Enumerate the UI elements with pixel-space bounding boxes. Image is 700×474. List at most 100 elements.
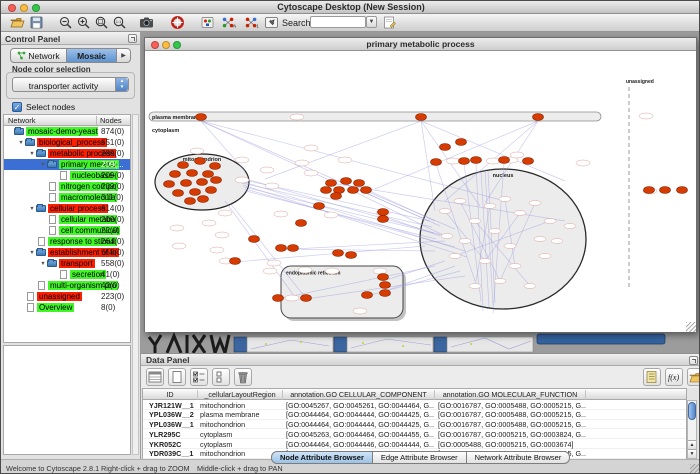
tree-row-count: 874(0) <box>101 127 124 136</box>
tree-row[interactable]: ▼primary metabo209(... <box>4 159 130 170</box>
file-icon <box>49 182 56 191</box>
zoom-out-icon[interactable] <box>57 15 74 30</box>
scroll-up-icon[interactable]: ▲ <box>688 440 696 449</box>
table-row[interactable]: YKR052Ccytoplasm[GO:0044464, GO:0044446,… <box>143 439 686 449</box>
snapshot-icon[interactable] <box>138 15 155 30</box>
tab-mosaic[interactable]: Mosaic <box>67 48 117 63</box>
unselect-attributes-icon[interactable] <box>212 368 230 386</box>
tab-node-attribute-browser[interactable]: Node Attribute Browser <box>271 451 373 464</box>
table-row[interactable]: YLR295Ccytoplasm[GO:0045263, GO:0044464,… <box>143 429 686 439</box>
table-cell: mitochondrion <box>200 401 282 410</box>
table-row[interactable]: YJR121W__1mitochondrion[GO:0045267, GO:0… <box>143 400 686 410</box>
tab-overflow-icon[interactable]: ▶ <box>117 48 131 63</box>
network-view-titlebar[interactable]: primary metabolic process <box>145 38 696 51</box>
column-id[interactable]: ID <box>143 390 198 400</box>
status-zoom-hint: Right-click + drag to ZOOM <box>101 464 190 473</box>
tree-row[interactable]: secretion41(0) <box>4 269 130 280</box>
tree-row[interactable]: ▼establishment of lo558(0) <box>4 247 130 258</box>
function-builder-icon[interactable]: f(x) <box>665 368 683 386</box>
table-scrollbar[interactable]: ▲ ▼ <box>687 400 697 459</box>
tree-row[interactable]: unassigned223(0) <box>4 291 130 302</box>
tab-edge-attribute-browser[interactable]: Edge Attribute Browser <box>373 451 467 464</box>
data-panel-header: Data Panel <box>141 354 700 366</box>
zoom-selected-region-icon[interactable] <box>93 15 110 30</box>
expander-icon[interactable]: ▼ <box>17 140 25 146</box>
expander-icon[interactable]: ▼ <box>28 206 36 212</box>
tree-row-label: transport <box>59 259 95 268</box>
tree-row[interactable]: nucleobase-209(0) <box>4 170 130 181</box>
tree-row-label: unassigned <box>37 292 82 301</box>
control-panel-scrollbar[interactable] <box>132 114 139 455</box>
column-go-cellular-component[interactable]: annotation.GO CELLULAR_COMPONENT <box>283 390 435 400</box>
annotation-icon[interactable] <box>263 15 280 30</box>
control-panel-title: Control Panel <box>5 34 60 44</box>
window-resize-grip[interactable] <box>690 464 700 474</box>
tree-row-count: 558(0) <box>101 248 124 257</box>
select-attributes-icon[interactable] <box>190 368 208 386</box>
window-title: Cytoscape Desktop (New Session) <box>1 2 700 12</box>
file-icon <box>49 193 56 202</box>
combo-stepper-icon[interactable]: ▲▼ <box>115 78 128 91</box>
table-scrollbar-thumb[interactable] <box>688 402 696 420</box>
table-row[interactable]: YPL036W__2plasma membrane[GO:0044464, GO… <box>143 410 686 420</box>
tree-row[interactable]: ▼metabolic process280(0) <box>4 148 130 159</box>
import-attributes-icon[interactable] <box>687 368 700 386</box>
view-resize-grip[interactable] <box>686 322 696 332</box>
vizmapper-icon[interactable] <box>199 15 216 30</box>
tab-network[interactable]: Network <box>10 48 67 63</box>
float-data-panel-icon[interactable] <box>689 356 698 365</box>
table-cell: [GO:0045263, GO:0044464, GO:0044455, G..… <box>286 430 434 439</box>
zoom-fit-icon[interactable]: 1:1 <box>111 15 128 30</box>
network-nodes[interactable] <box>164 114 688 302</box>
attribute-table-icon[interactable] <box>146 368 164 386</box>
expander-icon[interactable]: ▼ <box>28 151 36 157</box>
tree-row[interactable]: cell communicat22(0) <box>4 225 130 236</box>
tree-column-network[interactable]: Network <box>8 116 36 125</box>
network-view-title: primary metabolic process <box>145 39 696 49</box>
delete-attribute-icon[interactable] <box>234 368 252 386</box>
tree-row[interactable]: ▼transport558(0) <box>4 258 130 269</box>
search-dropdown-icon[interactable]: ▼ <box>366 16 377 28</box>
search-input[interactable] <box>310 16 366 28</box>
attribute-table-body: YJR121W__1mitochondrion[GO:0045267, GO:0… <box>143 400 686 459</box>
tab-network-attribute-browser[interactable]: Network Attribute Browser <box>467 451 571 464</box>
preferences-icon[interactable] <box>381 15 398 30</box>
tree-row[interactable]: multi-organism pro42(0) <box>4 280 130 291</box>
control-panel-header: Control Panel <box>1 32 140 45</box>
help-icon[interactable] <box>169 15 186 30</box>
tree-row[interactable]: cellular metabo209(0) <box>4 214 130 225</box>
folder-icon <box>36 249 46 256</box>
zoom-in-icon[interactable] <box>75 15 92 30</box>
attribute-editor-icon[interactable] <box>643 368 661 386</box>
select-nodes-checkbox[interactable]: ✓ <box>12 102 22 112</box>
network-canvas[interactable]: plasma membrane cytoplasm mitochondrion … <box>145 51 696 332</box>
folder-icon <box>36 205 46 212</box>
column-cellular-layout-region[interactable]: _cellularLayoutRegion <box>198 390 283 400</box>
expander-icon[interactable]: ▼ <box>28 250 36 256</box>
expander-icon[interactable]: ▼ <box>39 261 47 267</box>
save-session-icon[interactable] <box>28 15 45 30</box>
column-go-molecular-function[interactable]: annotation.GO MOLECULAR_FUNCTION <box>435 390 586 400</box>
tree-row[interactable]: ▼biological_process651(0) <box>4 137 130 148</box>
cytoplasm-label: cytoplasm <box>152 128 179 134</box>
tree-row[interactable]: macromolecule311(0) <box>4 192 130 203</box>
tree-row[interactable]: Overview8(0) <box>4 302 130 313</box>
plasma-membrane-label: plasma membrane <box>152 115 200 121</box>
table-row[interactable]: YPL036W__1mitochondrion[GO:0044464, GO:0… <box>143 420 686 430</box>
network-merge-icon[interactable]: 1 <box>241 15 261 30</box>
tree-row-count: 209(... <box>101 160 124 169</box>
create-attribute-icon[interactable] <box>168 368 186 386</box>
float-panel-icon[interactable] <box>128 34 137 43</box>
tree-row-count: 22(0) <box>101 226 120 235</box>
expander-icon[interactable]: ▼ <box>39 162 47 168</box>
open-session-icon[interactable] <box>9 15 26 30</box>
table-cell: YKR052C <box>149 440 197 449</box>
scroll-down-icon[interactable]: ▼ <box>688 449 696 458</box>
select-first-neighbors-icon[interactable]: N <box>218 15 238 30</box>
node-color-attribute-select[interactable]: transporter activity ▲▼ <box>12 77 129 92</box>
tree-row[interactable]: mosaic-demo-yeast874(0) <box>4 126 130 137</box>
tree-row[interactable]: response to stimul264(0) <box>4 236 130 247</box>
tree-row[interactable]: ▼cellular process614(0) <box>4 203 130 214</box>
tree-column-nodes[interactable]: Nodes <box>96 116 122 125</box>
tree-row[interactable]: nitrogen compo209(0) <box>4 181 130 192</box>
